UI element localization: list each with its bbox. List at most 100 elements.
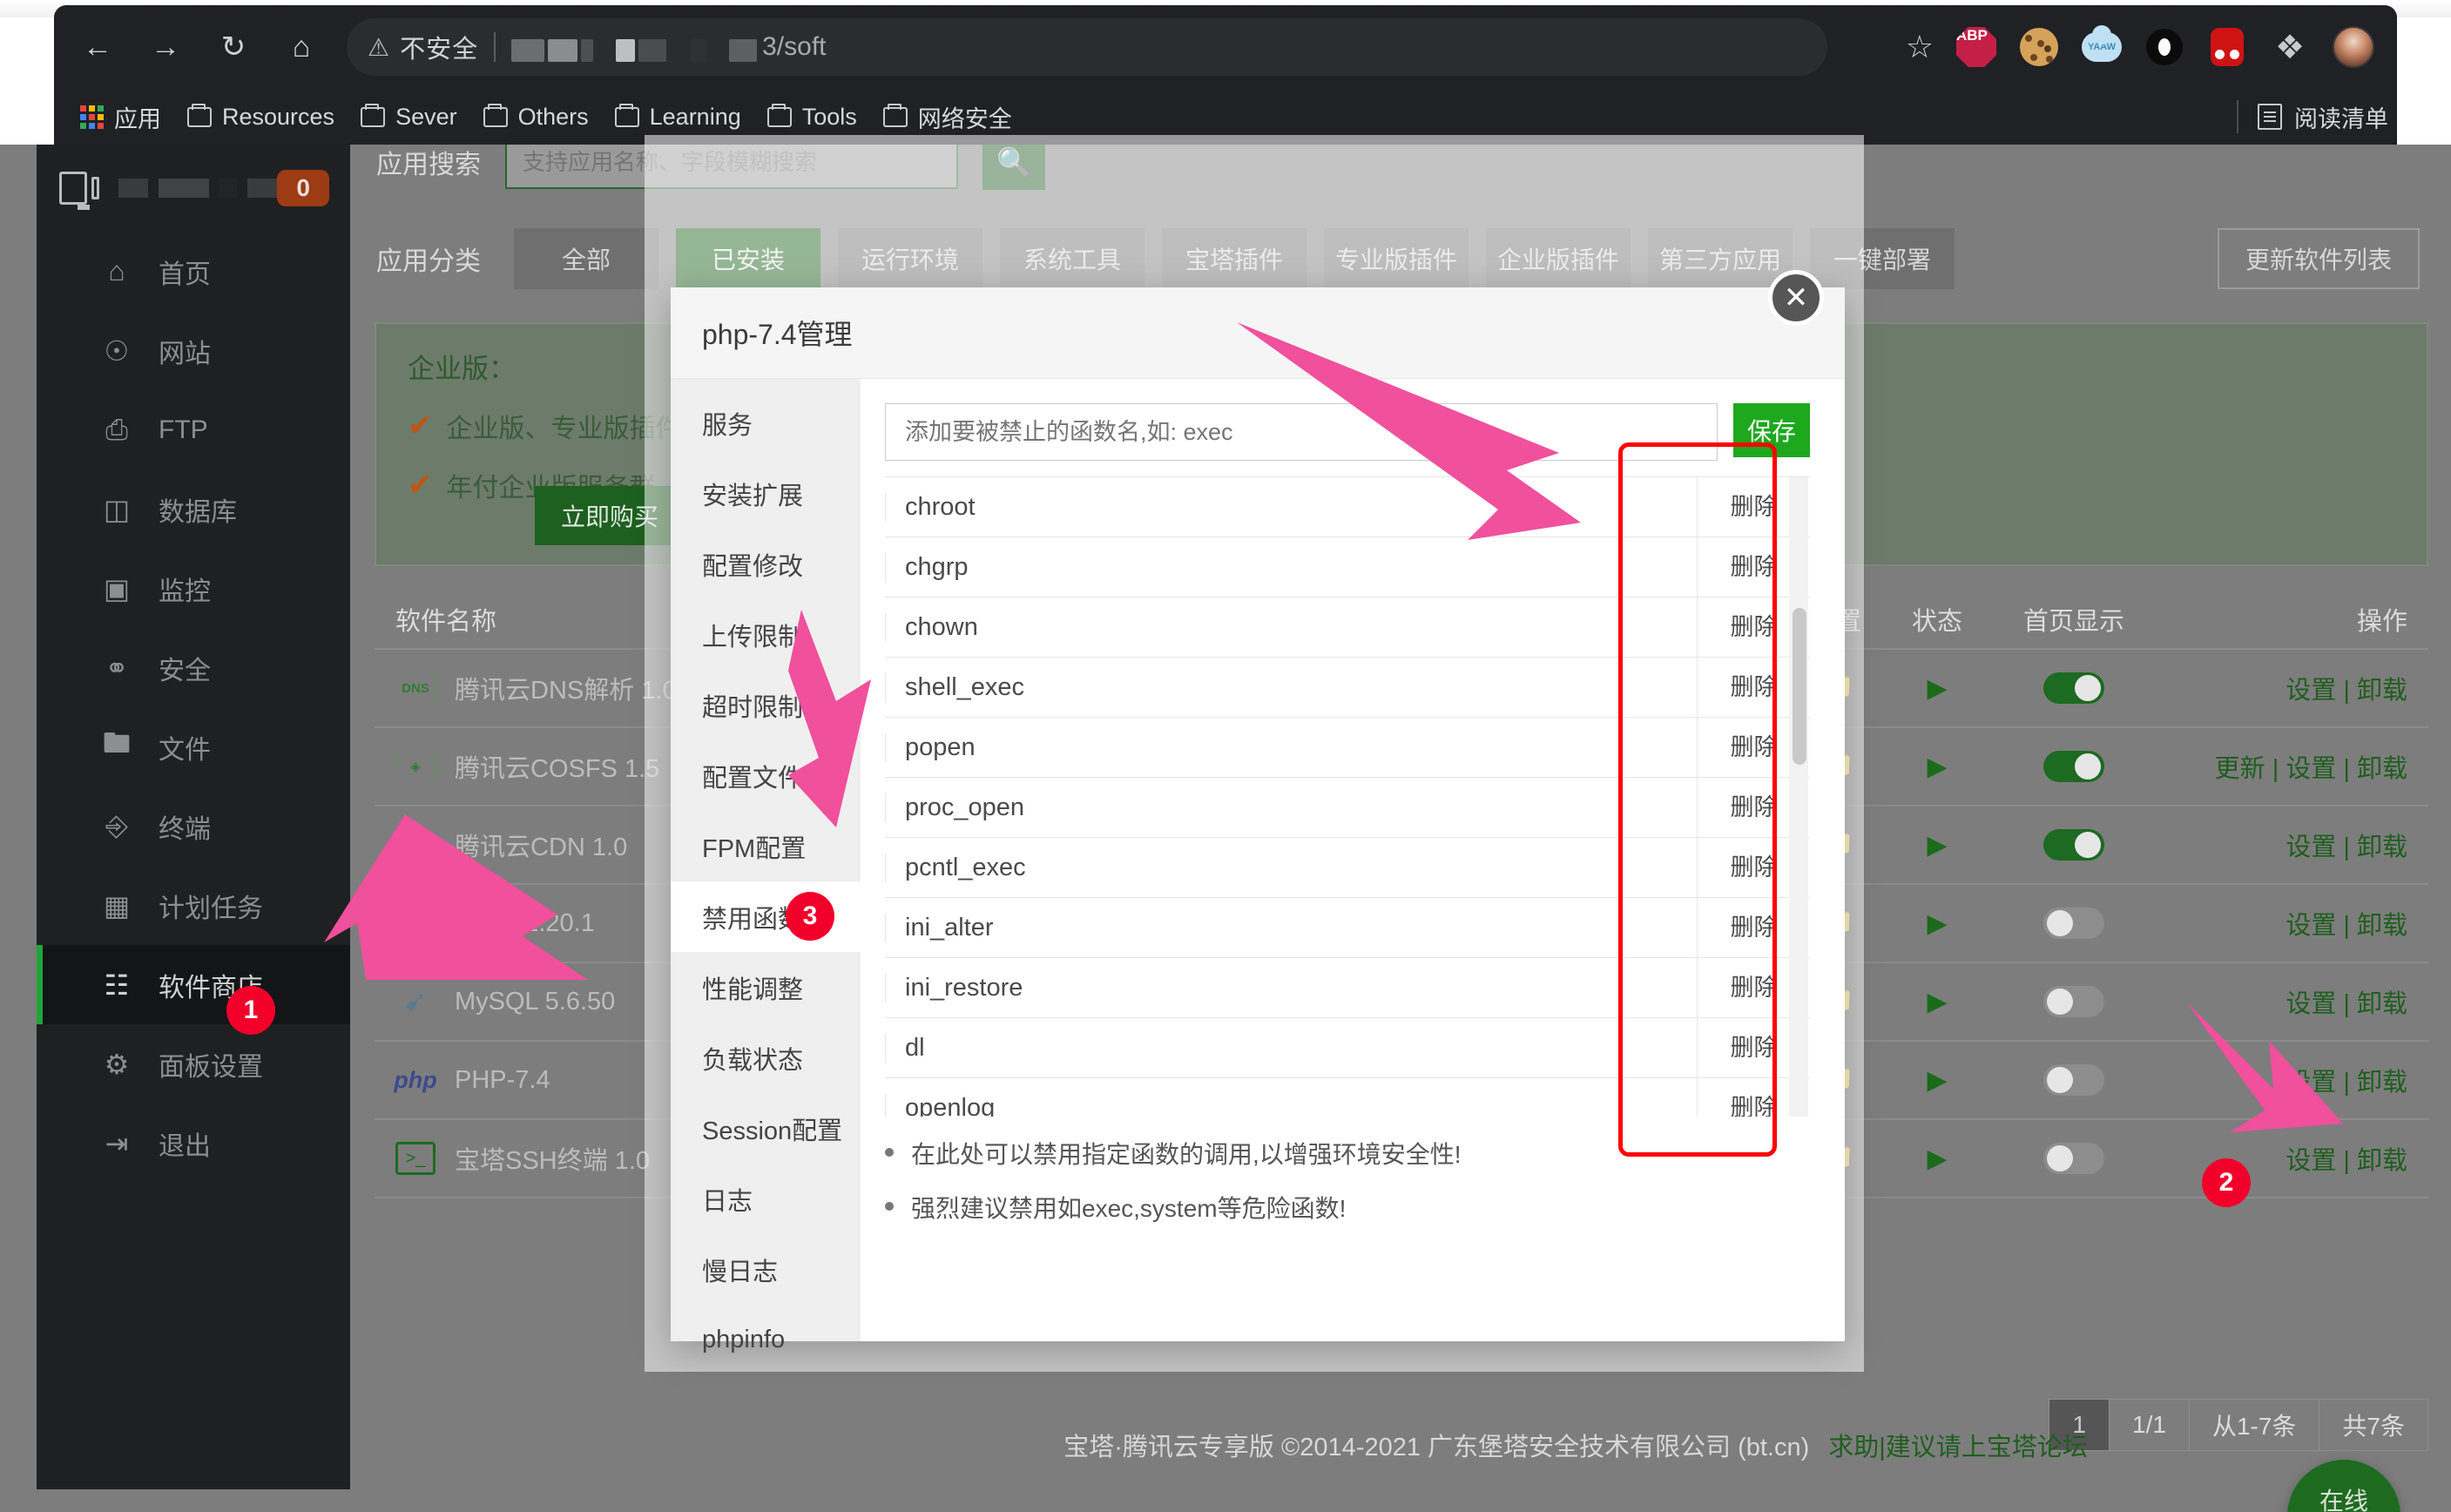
apps-grid-icon [80, 105, 104, 129]
opera-o-extension-icon[interactable] [2144, 27, 2184, 67]
home-display-toggle[interactable] [2043, 1064, 2104, 1096]
sidebar-item-ftp[interactable]: ⎙ FTP [37, 390, 350, 469]
redacted-url-block [548, 39, 578, 62]
tab-fpm-config[interactable]: FPM配置 [671, 811, 861, 881]
tab-upload-limit[interactable]: 上传限制 [671, 599, 861, 670]
home-display-toggle[interactable] [2043, 829, 2104, 861]
sidebar-item-database[interactable]: ◫ 数据库 [37, 469, 350, 549]
tab-logs[interactable]: 日志 [671, 1164, 861, 1234]
home-button[interactable]: ⌂ [273, 19, 329, 75]
settings-link[interactable]: 设置 [2286, 834, 2336, 861]
category-label: 应用分类 [376, 247, 481, 276]
sidebar-item-home[interactable]: ⌂ 首页 [37, 232, 350, 311]
play-icon[interactable]: ▶ [1927, 1066, 1947, 1095]
reload-button[interactable]: ↻ [206, 19, 261, 75]
sidebar-item-label: 首页 [159, 260, 211, 289]
folder-icon: 🖿 [102, 726, 131, 759]
bullet-icon [885, 1202, 894, 1211]
tab-performance-tuning[interactable]: 性能调整 [671, 952, 861, 1023]
forward-button[interactable]: → [138, 19, 193, 75]
home-display-toggle[interactable] [2043, 1143, 2104, 1174]
update-software-list-button[interactable]: 更新软件列表 [2217, 228, 2420, 289]
home-display-toggle[interactable] [2043, 751, 2104, 782]
play-icon[interactable]: ▶ [1927, 1144, 1947, 1173]
play-icon[interactable]: ▶ [1927, 674, 1947, 703]
calendar-icon: ▦ [103, 889, 131, 921]
cookie-extension-icon[interactable] [2019, 27, 2059, 67]
play-icon[interactable]: ▶ [1927, 753, 1947, 781]
address-bar[interactable]: ⚠ 不安全 3/soft [347, 18, 1827, 76]
settings-link[interactable]: 设置 [2286, 677, 2336, 705]
settings-link[interactable]: 设置 [2286, 1147, 2336, 1175]
save-button[interactable]: 保存 [1733, 403, 1810, 457]
tab-timeout-limit[interactable]: 超时限制 [671, 670, 861, 740]
sidebar-item-panel-settings[interactable]: ⚙ 面板设置 [37, 1024, 350, 1104]
red-extension-icon[interactable] [2207, 27, 2247, 67]
close-icon[interactable]: ✕ [1768, 270, 1824, 326]
bookmark-sever[interactable]: Sever [361, 103, 457, 131]
tab-install-extensions[interactable]: 安装扩展 [671, 458, 861, 529]
home-display-toggle[interactable] [2043, 986, 2104, 1017]
tab-session-config[interactable]: Session配置 [671, 1093, 861, 1164]
sidebar-item-app-store[interactable]: ☷ 软件商店 [37, 945, 350, 1024]
sidebar-item-website[interactable]: ☉ 网站 [37, 311, 350, 390]
avatar[interactable] [2333, 26, 2374, 68]
bookmark-others[interactable]: Others [483, 103, 589, 131]
play-icon[interactable]: ▶ [1927, 909, 1947, 938]
footer-forum-link[interactable]: 求助|建议请上宝塔论坛 [1828, 1427, 2088, 1463]
function-name: chgrp [885, 552, 1697, 582]
uninstall-link[interactable]: 卸载 [2357, 1069, 2407, 1097]
settings-link[interactable]: 设置 [2286, 912, 2336, 940]
play-icon[interactable]: ▶ [1927, 831, 1947, 860]
uninstall-link[interactable]: 卸载 [2357, 755, 2407, 783]
uninstall-link[interactable]: 卸载 [2357, 1147, 2407, 1175]
add-function-input[interactable] [885, 403, 1718, 461]
uninstall-link[interactable]: 卸载 [2357, 912, 2407, 940]
folder-icon [766, 103, 792, 127]
puzzle-extensions-icon[interactable]: ❖ [2270, 27, 2310, 67]
tab-load-status[interactable]: 负载状态 [671, 1023, 861, 1093]
sidebar-item-files[interactable]: 🖿 文件 [37, 707, 350, 786]
bookmark-network-security[interactable]: 网络安全 [882, 100, 1012, 134]
bookmark-apps[interactable]: 应用 [80, 100, 161, 134]
play-icon[interactable]: ▶ [1927, 988, 1947, 1016]
tab-service[interactable]: 服务 [671, 388, 861, 458]
notification-badge[interactable]: 0 [277, 170, 329, 206]
settings-link[interactable]: 设置 [2286, 990, 2336, 1018]
uninstall-link[interactable]: 卸载 [2357, 990, 2407, 1018]
adblock-plus-extension-icon[interactable]: ABP [1956, 27, 1996, 67]
tab-slow-logs[interactable]: 慢日志 [671, 1234, 861, 1305]
list-scrollbar-thumb[interactable] [1793, 608, 1806, 765]
uninstall-link[interactable]: 卸载 [2357, 677, 2407, 705]
list-scrollbar-track[interactable] [1789, 477, 1808, 1117]
sidebar-item-logout[interactable]: ⇥ 退出 [37, 1104, 350, 1183]
settings-link[interactable]: 设置 [2286, 1069, 2336, 1097]
home-icon: ⌂ [108, 255, 125, 287]
star-icon[interactable]: ☆ [1906, 29, 1934, 65]
step-badge-2: 2 [2202, 1158, 2251, 1207]
hints-block: 在此处可以禁用指定函数的调用,以增强环境安全性! 强烈建议禁用如exec,sys… [885, 1136, 1810, 1225]
list-item: chroot 删除 [885, 477, 1810, 537]
tab-config-modify[interactable]: 配置修改 [671, 529, 861, 599]
settings-link[interactable]: 设置 [2286, 755, 2336, 783]
column-header-status: 状态 [1911, 608, 1962, 636]
home-display-toggle[interactable] [2043, 672, 2104, 704]
sidebar-item-terminal[interactable]: ⎆ 终端 [37, 786, 350, 866]
back-button[interactable]: ← [70, 19, 125, 75]
home-display-toggle[interactable] [2043, 908, 2104, 939]
tab-phpinfo[interactable]: phpinfo [671, 1305, 861, 1375]
category-tab-all[interactable]: 全部 [514, 228, 658, 289]
function-name: chown [885, 612, 1697, 642]
bookmark-tools[interactable]: Tools [766, 103, 857, 131]
bookmark-learning[interactable]: Learning [614, 103, 741, 131]
sidebar-item-cron[interactable]: ▦ 计划任务 [37, 866, 350, 945]
sidebar-item-security[interactable]: ⚭ 安全 [37, 628, 350, 707]
reading-list-label: 阅读清单 [2294, 105, 2388, 132]
tab-config-file[interactable]: 配置文件 [671, 740, 861, 811]
uninstall-link[interactable]: 卸载 [2357, 834, 2407, 861]
yaaw-cloud-extension-icon[interactable]: YAAW [2082, 25, 2122, 67]
bookmark-resources[interactable]: Resources [187, 103, 334, 131]
reading-list-button[interactable]: 阅读清单 [2237, 100, 2397, 134]
update-link[interactable]: 更新 [2215, 755, 2265, 783]
sidebar-item-monitor[interactable]: ▣ 监控 [37, 549, 350, 628]
